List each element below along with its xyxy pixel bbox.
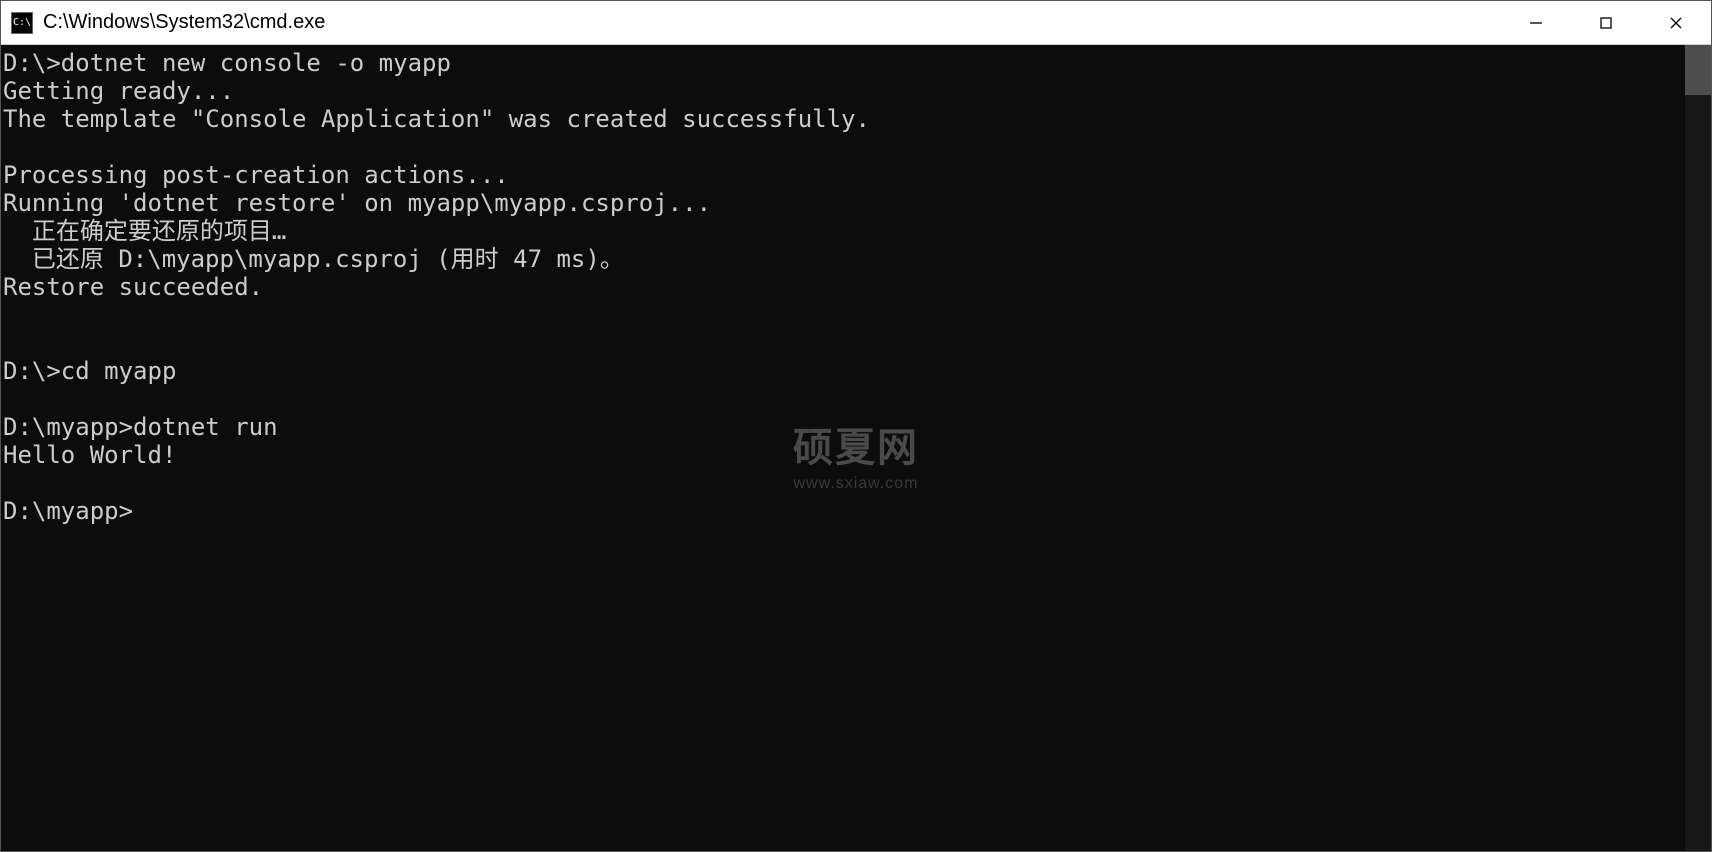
- terminal-container: D:\>dotnet new console -o myappGetting r…: [1, 45, 1711, 851]
- terminal-line: [3, 301, 1683, 329]
- app-icon: C:\: [11, 12, 33, 34]
- minimize-button[interactable]: [1501, 1, 1571, 44]
- terminal-line: D:\>cd myapp: [3, 357, 1683, 385]
- terminal-line: D:\>dotnet new console -o myapp: [3, 49, 1683, 77]
- maximize-icon: [1599, 16, 1613, 30]
- terminal-line: Getting ready...: [3, 77, 1683, 105]
- terminal-line: Restore succeeded.: [3, 273, 1683, 301]
- terminal-line: [3, 469, 1683, 497]
- terminal-line: [3, 133, 1683, 161]
- maximize-button[interactable]: [1571, 1, 1641, 44]
- close-icon: [1669, 16, 1683, 30]
- terminal-line: The template "Console Application" was c…: [3, 105, 1683, 133]
- scrollbar[interactable]: [1685, 45, 1711, 851]
- terminal-line: D:\myapp>dotnet run: [3, 413, 1683, 441]
- terminal-line: D:\myapp>: [3, 497, 1683, 525]
- terminal-line: Running 'dotnet restore' on myapp\myapp.…: [3, 189, 1683, 217]
- cmd-window: C:\ C:\Windows\System32\cmd.exe D:\>dotn…: [0, 0, 1712, 852]
- window-controls: [1501, 1, 1711, 44]
- close-button[interactable]: [1641, 1, 1711, 44]
- terminal-line: [3, 385, 1683, 413]
- window-title: C:\Windows\System32\cmd.exe: [43, 11, 1501, 34]
- terminal-line: 正在确定要还原的项目…: [3, 217, 1683, 245]
- titlebar[interactable]: C:\ C:\Windows\System32\cmd.exe: [1, 1, 1711, 45]
- terminal-line: [3, 329, 1683, 357]
- scrollbar-thumb[interactable]: [1685, 45, 1711, 95]
- minimize-icon: [1529, 16, 1543, 30]
- terminal-output[interactable]: D:\>dotnet new console -o myappGetting r…: [1, 45, 1685, 851]
- terminal-line: 已还原 D:\myapp\myapp.csproj (用时 47 ms)。: [3, 245, 1683, 273]
- terminal-line: Hello World!: [3, 441, 1683, 469]
- terminal-line: Processing post-creation actions...: [3, 161, 1683, 189]
- app-icon-text: C:\: [13, 17, 31, 28]
